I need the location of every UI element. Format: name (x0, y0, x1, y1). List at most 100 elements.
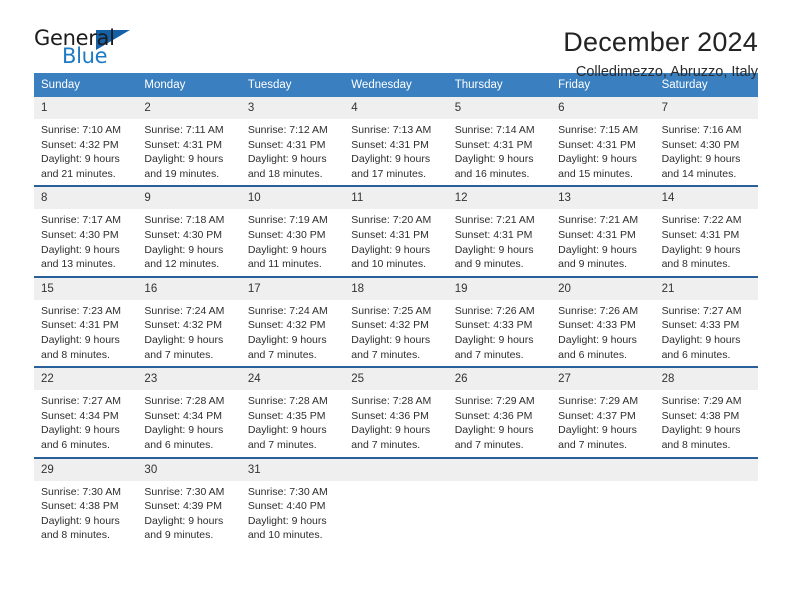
calendar-day-cell[interactable]: 18 Sunrise: 7:25 AM Sunset: 4:32 PM Dayligh… (344, 277, 448, 367)
sunset-text: Sunset: 4:34 PM (144, 409, 223, 422)
calendar-day-cell[interactable]: 6 Sunrise: 7:15 AM Sunset: 4:31 PM Daylight… (551, 97, 655, 186)
day-number: 19 (447, 277, 552, 300)
sunset-text: Sunset: 4:32 PM (247, 319, 326, 332)
calendar-day-cell[interactable]: 9 Sunrise: 7:18 AM Sunset: 4:30 PM Daylight… (137, 187, 241, 276)
sunset-text: Sunset: 4:39 PM (144, 500, 223, 513)
day-number: 1 (34, 97, 138, 119)
sunset-text: Sunset: 4:37 PM (558, 409, 636, 422)
daylight-text: and 6 minutes. (661, 348, 731, 361)
day-sun-info: Sunrise: 7:29 AM Sunset: 4:37 PM Daylight:… (551, 390, 654, 452)
daylight-text: Daylight: 9 hours (41, 424, 120, 437)
daylight-text: and 8 minutes. (661, 258, 731, 271)
daylight-text: Daylight: 9 hours (351, 153, 431, 166)
calendar-day-cell[interactable]: 17 Sunrise: 7:24 AM Sunset: 4:32 PM Dayligh… (240, 277, 345, 367)
sunset-text: Sunset: 4:32 PM (351, 319, 429, 332)
calendar-day-cell[interactable]: 24 Sunrise: 7:28 AM Sunset: 4:35 PM Dayligh… (240, 368, 345, 457)
daylight-text: and 7 minutes. (454, 438, 524, 451)
calendar-day-cell[interactable]: 1 Sunrise: 7:10 AM Sunset: 4:32 PM Daylight… (34, 97, 138, 186)
calendar-day-cell[interactable]: 5 Sunrise: 7:14 AM Sunset: 4:31 PM Daylight… (447, 97, 552, 186)
generalblue-logo: General Blue (34, 26, 139, 70)
weekday-header-monday: Monday (144, 79, 186, 91)
calendar-day-cell[interactable]: 29 Sunrise: 7:30 AM Sunset: 4:38 PM Dayligh… (34, 458, 138, 547)
calendar-day-cell[interactable]: 7 Sunrise: 7:16 AM Sunset: 4:30 PM Daylight… (654, 97, 758, 186)
sunrise-text: Sunrise: 7:26 AM (558, 304, 639, 317)
sunrise-text: Sunrise: 7:30 AM (144, 485, 225, 498)
calendar-day-cell[interactable]: 21 Sunrise: 7:27 AM Sunset: 4:33 PM Dayligh… (654, 277, 758, 367)
calendar-day-cell[interactable]: 23 Sunrise: 7:28 AM Sunset: 4:34 PM Dayligh… (137, 368, 241, 457)
sunset-text: Sunset: 4:33 PM (454, 319, 533, 332)
day-sun-info: Sunrise: 7:30 AM Sunset: 4:38 PM Daylight:… (34, 481, 137, 543)
day-number: 25 (344, 368, 448, 391)
calendar-day-cell[interactable]: 20 Sunrise: 7:26 AM Sunset: 4:33 PM Dayligh… (551, 277, 655, 367)
sunset-text: Sunset: 4:31 PM (144, 138, 223, 151)
calendar-day-cell[interactable]: 14 Sunrise: 7:22 AM Sunset: 4:31 PM Dayligh… (654, 187, 758, 276)
calendar-day-cell[interactable]: 30 Sunrise: 7:30 AM Sunset: 4:39 PM Dayligh… (137, 458, 241, 547)
daylight-text: and 9 minutes. (144, 529, 214, 542)
daylight-text: Daylight: 9 hours (41, 333, 120, 346)
sunrise-text: Sunrise: 7:19 AM (247, 214, 328, 227)
daylight-text: Daylight: 9 hours (41, 153, 120, 166)
daylight-text: and 15 minutes. (558, 167, 633, 180)
daylight-text: Daylight: 9 hours (247, 153, 327, 166)
calendar-day-cell[interactable]: 26 Sunrise: 7:29 AM Sunset: 4:36 PM Dayligh… (447, 368, 552, 457)
daylight-text: and 17 minutes. (351, 167, 426, 180)
day-number: 24 (240, 368, 345, 391)
daylight-text: and 8 minutes. (41, 529, 110, 542)
weekday-header-tuesday: Tuesday (247, 79, 292, 91)
daylight-text: Daylight: 9 hours (144, 333, 224, 346)
daylight-text: and 11 minutes. (247, 258, 322, 271)
daylight-text: and 6 minutes. (144, 438, 214, 451)
calendar-day-cell[interactable]: 31 Sunrise: 7:30 AM Sunset: 4:40 PM Dayligh… (240, 458, 345, 547)
calendar-day-cell[interactable]: 4 Sunrise: 7:13 AM Sunset: 4:31 PM Daylight… (344, 97, 448, 186)
calendar-day-cell[interactable]: 3 Sunrise: 7:12 AM Sunset: 4:31 PM Daylight… (240, 97, 345, 186)
sunset-text: Sunset: 4:38 PM (41, 500, 119, 513)
day-sun-info: Sunrise: 7:20 AM Sunset: 4:31 PM Daylight:… (344, 209, 447, 271)
day-sun-info: Sunrise: 7:19 AM Sunset: 4:30 PM Daylight:… (241, 209, 344, 271)
calendar-day-cell[interactable]: 13 Sunrise: 7:21 AM Sunset: 4:31 PM Dayligh… (551, 187, 655, 276)
day-number: 17 (240, 277, 345, 300)
day-sun-info: Sunrise: 7:24 AM Sunset: 4:32 PM Daylight:… (137, 300, 240, 362)
calendar-day-cell[interactable]: 22 Sunrise: 7:27 AM Sunset: 4:34 PM Dayligh… (34, 368, 138, 457)
day-number: 10 (240, 187, 345, 210)
calendar-day-cell[interactable]: 28 Sunrise: 7:29 AM Sunset: 4:38 PM Dayligh… (654, 368, 758, 457)
day-sun-info: Sunrise: 7:26 AM Sunset: 4:33 PM Daylight:… (448, 300, 551, 362)
calendar-table: Sunday Monday Tuesday Wednesday Thursday… (34, 73, 758, 547)
sunrise-text: Sunrise: 7:30 AM (247, 485, 328, 498)
weekday-header-sunday: Sunday (41, 79, 81, 91)
sunrise-text: Sunrise: 7:21 AM (454, 214, 535, 227)
sunset-text: Sunset: 4:33 PM (558, 319, 636, 332)
daylight-text: and 14 minutes. (661, 167, 737, 180)
sunset-text: Sunset: 4:40 PM (247, 500, 326, 513)
sunset-text: Sunset: 4:31 PM (661, 228, 740, 241)
calendar-day-cell-empty (654, 458, 758, 547)
sunrise-text: Sunrise: 7:24 AM (144, 304, 225, 317)
calendar-day-cell[interactable]: 25 Sunrise: 7:28 AM Sunset: 4:36 PM Dayligh… (344, 368, 448, 457)
calendar-day-cell[interactable]: 11 Sunrise: 7:20 AM Sunset: 4:31 PM Dayligh… (344, 187, 448, 276)
daylight-text: and 7 minutes. (351, 438, 421, 451)
calendar-day-cell[interactable]: 12 Sunrise: 7:21 AM Sunset: 4:31 PM Dayligh… (447, 187, 552, 276)
day-sun-info: Sunrise: 7:27 AM Sunset: 4:34 PM Daylight:… (34, 390, 137, 452)
day-number: 18 (344, 277, 448, 300)
calendar-day-cell[interactable]: 27 Sunrise: 7:29 AM Sunset: 4:37 PM Dayligh… (551, 368, 655, 457)
day-number: 30 (137, 458, 241, 481)
daylight-text: Daylight: 9 hours (558, 333, 637, 346)
sunrise-text: Sunrise: 7:28 AM (247, 395, 328, 408)
daylight-text: and 7 minutes. (454, 348, 524, 361)
sunset-text: Sunset: 4:35 PM (247, 409, 326, 422)
daylight-text: Daylight: 9 hours (454, 333, 534, 346)
day-sun-info: Sunrise: 7:29 AM Sunset: 4:38 PM Daylight:… (655, 390, 758, 452)
weekday-header-friday: Friday (558, 79, 591, 91)
day-sun-info: Sunrise: 7:14 AM Sunset: 4:31 PM Daylight:… (448, 119, 551, 181)
day-number: 27 (551, 368, 655, 391)
calendar-day-cell[interactable]: 10 Sunrise: 7:19 AM Sunset: 4:30 PM Dayligh… (240, 187, 345, 276)
page-header: General Blue December 2024 Colledimezzo,… (34, 0, 758, 80)
sunset-text: Sunset: 4:31 PM (454, 228, 533, 241)
calendar-day-cell[interactable]: 19 Sunrise: 7:26 AM Sunset: 4:33 PM Dayligh… (447, 277, 552, 367)
calendar-day-cell[interactable]: 2 Sunrise: 7:11 AM Sunset: 4:31 PM Daylight… (137, 97, 241, 186)
calendar-day-cell[interactable]: 16 Sunrise: 7:24 AM Sunset: 4:32 PM Dayligh… (137, 277, 241, 367)
day-number: 8 (34, 187, 138, 210)
calendar-day-cell[interactable]: 8 Sunrise: 7:17 AM Sunset: 4:30 PM Daylight… (34, 187, 138, 276)
sunrise-text: Sunrise: 7:22 AM (661, 214, 742, 227)
calendar-day-cell[interactable]: 15 Sunrise: 7:23 AM Sunset: 4:31 PM Dayligh… (34, 277, 138, 367)
sunrise-text: Sunrise: 7:15 AM (558, 124, 639, 136)
